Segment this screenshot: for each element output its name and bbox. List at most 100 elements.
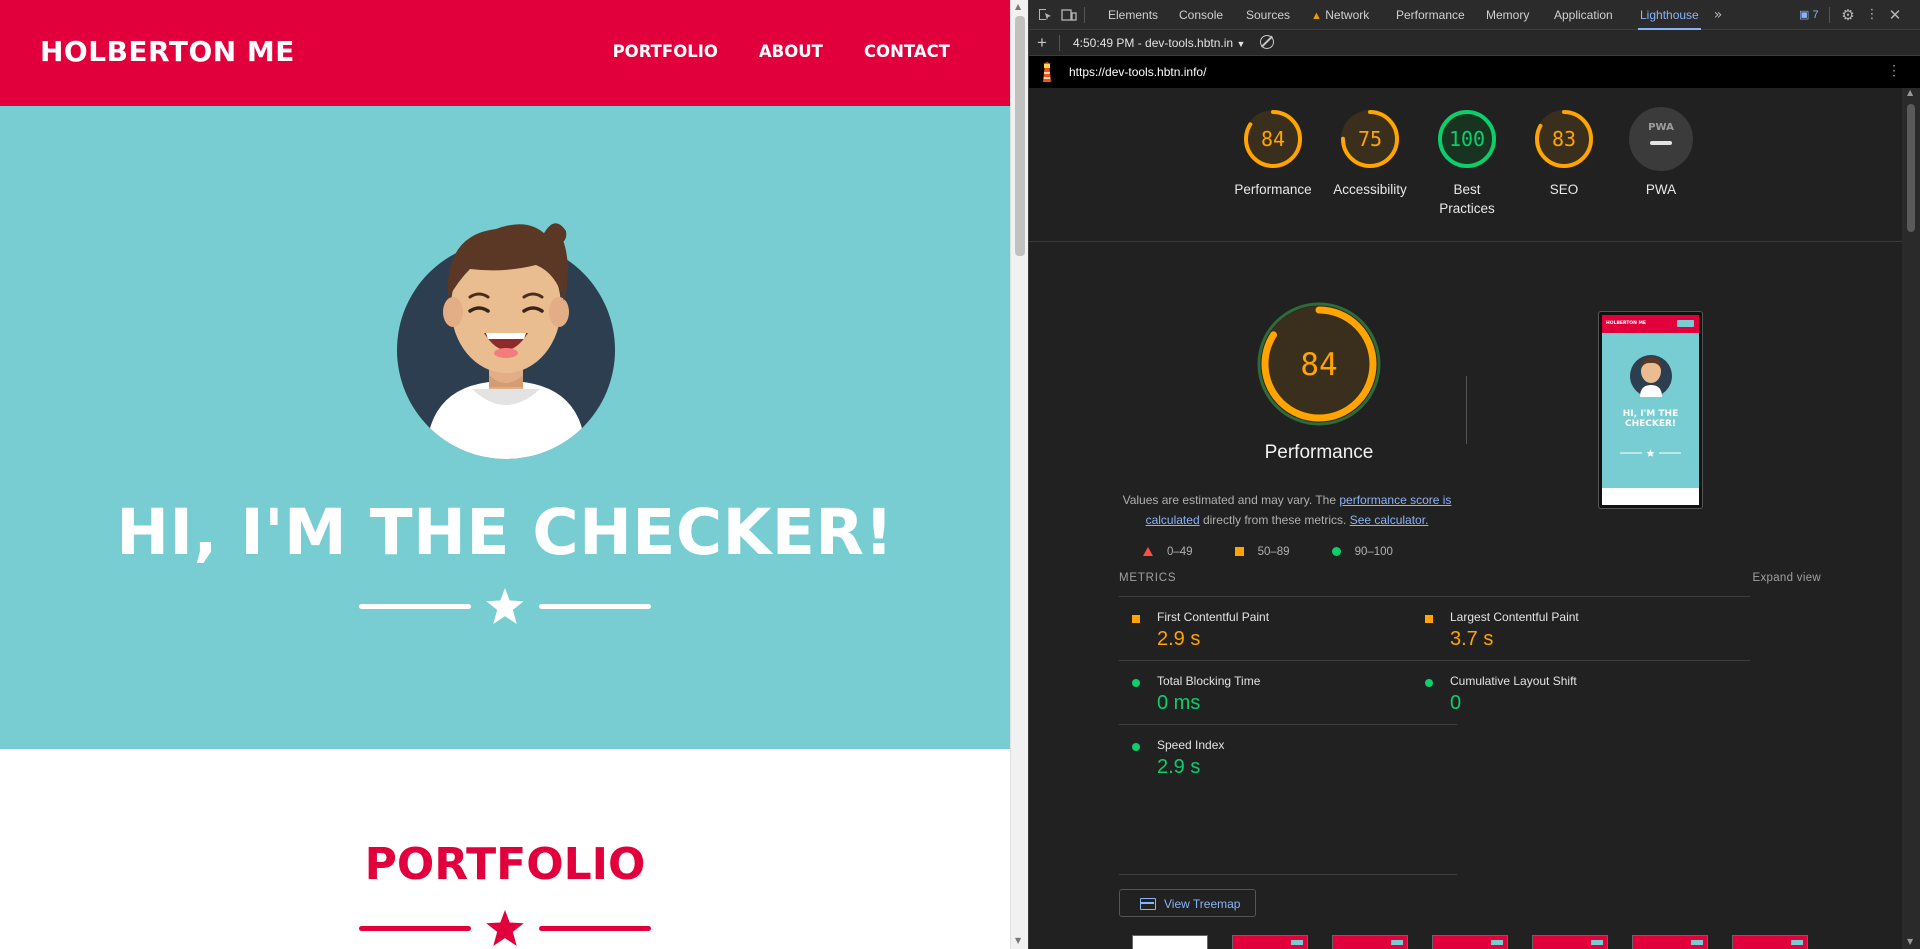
scroll-down-icon[interactable]: ▼ bbox=[1015, 936, 1021, 945]
gauge-label: PWA bbox=[1645, 182, 1677, 197]
pwa-badge-text: PWA bbox=[1648, 122, 1674, 133]
nav-link-contact[interactable]: CONTACT bbox=[864, 42, 950, 61]
desc-middle: directly from these metrics. bbox=[1202, 513, 1347, 527]
lighthouse-url-bar: https://dev-tools.hbtn.info/ ⋮ bbox=[1029, 56, 1920, 88]
expand-view-toggle[interactable]: Expand view bbox=[1752, 572, 1821, 584]
filmstrip-frame bbox=[1732, 935, 1808, 949]
tab-console[interactable]: Console bbox=[1179, 0, 1223, 30]
metric-item: First Contentful Paint 2.9 s bbox=[1119, 596, 1457, 660]
gauge-ring: 100 bbox=[1438, 110, 1496, 168]
legend-average-label: 50–89 bbox=[1257, 546, 1290, 558]
filmstrip-frame bbox=[1432, 935, 1508, 949]
warning-icon: ▲ bbox=[1311, 10, 1322, 22]
pass-circle-icon bbox=[1331, 547, 1341, 557]
view-treemap-button[interactable]: View Treemap bbox=[1119, 889, 1256, 917]
screenshot-header: HOLBERTON ME bbox=[1602, 315, 1699, 333]
tab-sources[interactable]: Sources bbox=[1246, 0, 1290, 30]
performance-description: Values are estimated and may vary. The p… bbox=[1117, 490, 1457, 530]
more-tabs-icon[interactable]: » bbox=[1710, 7, 1726, 23]
device-toolbar-icon[interactable] bbox=[1061, 7, 1077, 23]
frame-menu-button bbox=[1491, 940, 1503, 945]
scroll-down-icon[interactable]: ▼ bbox=[1907, 937, 1913, 946]
frame-menu-button bbox=[1691, 940, 1703, 945]
gauge-accessibility[interactable]: 75 Accessibility bbox=[1320, 106, 1420, 199]
website-scrollbar[interactable]: ▲ ▼ bbox=[1010, 0, 1028, 949]
filmstrip bbox=[1132, 935, 1808, 949]
nav-link-about[interactable]: ABOUT bbox=[759, 42, 823, 61]
vertical-separator bbox=[1466, 376, 1467, 444]
legend-fail-label: 0–49 bbox=[1167, 546, 1193, 558]
tab-lighthouse[interactable]: Lighthouse bbox=[1638, 0, 1701, 30]
report-selector[interactable]: 4:50:49 PM - dev-tools.hbtn.in ▼ bbox=[1073, 36, 1245, 50]
close-icon[interactable]: ✕ bbox=[1887, 7, 1903, 23]
metric-name: Largest Contentful Paint bbox=[1450, 610, 1579, 624]
average-square-icon bbox=[1425, 615, 1433, 623]
scroll-up-icon[interactable]: ▲ bbox=[1907, 88, 1913, 97]
gauge-pwa[interactable]: PWA PWA bbox=[1611, 106, 1711, 199]
screenshot-title: HI, I'M THE CHECKER! bbox=[1622, 409, 1679, 429]
metric-name: Speed Index bbox=[1157, 738, 1225, 752]
gauge-performance[interactable]: 84 Performance bbox=[1223, 106, 1323, 199]
website-viewport: HOLBERTON ME PORTFOLIO ABOUT CONTACT HI,… bbox=[0, 0, 1010, 949]
metric-item: Cumulative Layout Shift 0 bbox=[1412, 660, 1750, 724]
dropdown-caret-icon: ▼ bbox=[1236, 39, 1246, 49]
scroll-up-icon[interactable]: ▲ bbox=[1015, 2, 1021, 11]
tab-elements[interactable]: Elements bbox=[1108, 0, 1158, 30]
gauge-seo[interactable]: 83 SEO bbox=[1514, 106, 1614, 199]
see-calculator-link[interactable]: See calculator. bbox=[1350, 513, 1429, 527]
screenshot-brand: HOLBERTON ME bbox=[1606, 321, 1647, 326]
view-treemap-label: View Treemap bbox=[1164, 897, 1241, 911]
site-header: HOLBERTON ME PORTFOLIO ABOUT CONTACT bbox=[0, 0, 1010, 106]
inspect-element-icon[interactable] bbox=[1037, 7, 1053, 23]
filmstrip-frame bbox=[1632, 935, 1708, 949]
gauge-best-practices[interactable]: 100 Best Practices bbox=[1417, 106, 1517, 218]
hero-title: HI, I'M THE CHECKER! bbox=[116, 496, 894, 569]
issues-icon: ▣ bbox=[1799, 9, 1810, 21]
performance-big-gauge: 84 bbox=[1257, 302, 1381, 426]
gauge-ring: 84 bbox=[1244, 110, 1302, 168]
gauge-ring: 75 bbox=[1341, 110, 1399, 168]
metric-name: Cumulative Layout Shift bbox=[1450, 674, 1577, 688]
add-report-icon[interactable]: + bbox=[1037, 33, 1047, 53]
final-screenshot[interactable]: HOLBERTON ME HI, I'M THE CHECKER! bbox=[1598, 311, 1703, 509]
tab-application[interactable]: Application bbox=[1554, 0, 1613, 30]
report-url[interactable]: https://dev-tools.hbtn.info/ bbox=[1069, 65, 1206, 79]
performance-title: Performance bbox=[1264, 442, 1374, 463]
nav-link-portfolio[interactable]: PORTFOLIO bbox=[613, 42, 718, 61]
filmstrip-frame bbox=[1332, 935, 1408, 949]
score-legend: 0–49 50–89 90–100 bbox=[1143, 546, 1393, 558]
divider-line bbox=[539, 926, 651, 931]
metric-name: Total Blocking Time bbox=[1157, 674, 1261, 688]
lighthouse-report: 84 Performance 75 Accessibility 100 Best… bbox=[1029, 88, 1903, 949]
filmstrip-frame bbox=[1532, 935, 1608, 949]
tab-network[interactable]: ▲ Network bbox=[1311, 0, 1369, 30]
devtools-tabbar: Elements Console Sources ▲ Network Perfo… bbox=[1029, 0, 1920, 30]
gauge-score: 83 bbox=[1552, 127, 1576, 151]
toolbar-separator bbox=[1829, 7, 1830, 23]
report-menu-icon[interactable]: ⋮ bbox=[1887, 62, 1901, 79]
scrollbar-thumb[interactable] bbox=[1907, 104, 1915, 232]
metric-name: First Contentful Paint bbox=[1157, 610, 1270, 624]
site-brand[interactable]: HOLBERTON ME bbox=[40, 35, 295, 68]
metric-item: Speed Index 2.9 s bbox=[1119, 724, 1457, 788]
portfolio-divider bbox=[0, 910, 1010, 946]
metric-value: 3.7 s bbox=[1450, 628, 1494, 650]
kebab-menu-icon[interactable]: ⋮ bbox=[1864, 7, 1880, 23]
tab-memory[interactable]: Memory bbox=[1486, 0, 1529, 30]
issues-badge[interactable]: ▣ 7 bbox=[1799, 8, 1819, 21]
pass-circle-icon bbox=[1132, 743, 1140, 751]
pass-circle-icon bbox=[1132, 679, 1140, 687]
portfolio-section-title: PORTFOLIO bbox=[364, 839, 646, 890]
gauge-label: Best Practices bbox=[1439, 182, 1495, 216]
hero-section: HI, I'M THE CHECKER! bbox=[0, 106, 1010, 749]
scrollbar-thumb[interactable] bbox=[1015, 16, 1025, 256]
metrics-heading: METRICS bbox=[1119, 572, 1177, 584]
settings-gear-icon[interactable]: ⚙ bbox=[1840, 7, 1856, 23]
category-gauges: 84 Performance 75 Accessibility 100 Best… bbox=[1029, 88, 1903, 242]
metrics-header: METRICS Expand view bbox=[1119, 572, 1833, 584]
fail-triangle-icon bbox=[1143, 547, 1153, 557]
legend-average: 50–89 bbox=[1234, 546, 1290, 558]
tab-performance[interactable]: Performance bbox=[1396, 0, 1465, 30]
report-scrollbar[interactable]: ▲ ▼ bbox=[1902, 88, 1920, 949]
clear-icon[interactable] bbox=[1260, 35, 1274, 49]
